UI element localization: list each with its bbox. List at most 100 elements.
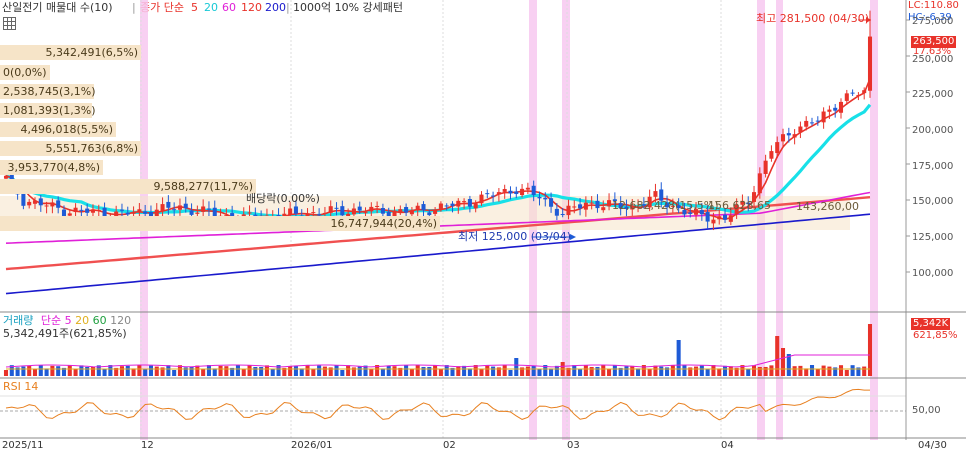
volume-bar — [259, 366, 264, 376]
candle-body — [415, 205, 420, 211]
candle-body — [728, 215, 733, 222]
vp-label-4: 1,081,393(1,3%) — [0, 103, 96, 118]
vp-label-7: 3,953,770(4,8%) — [0, 160, 103, 175]
rsi-line — [5, 388, 870, 421]
volume-bar — [844, 369, 849, 376]
volume-bar — [311, 368, 316, 376]
candle-body — [32, 200, 38, 204]
x-axis-label: 03 — [567, 440, 580, 451]
volume-bar — [612, 365, 617, 376]
candle-body — [856, 95, 861, 97]
candle-body — [595, 200, 600, 209]
volume-bar — [299, 368, 304, 376]
low-price-note: 최저 125,000 (03/04) — [458, 230, 572, 243]
candle-body — [172, 209, 177, 211]
rsi-title[interactable]: RSI 14 — [3, 380, 38, 394]
x-axis-label: 12 — [141, 440, 154, 451]
volume-ma-5[interactable]: 5 — [65, 314, 72, 327]
candle-body — [322, 212, 327, 214]
volume-bar — [838, 365, 844, 376]
volume-bar — [264, 365, 269, 376]
candle-body — [363, 212, 368, 214]
candle-body — [560, 214, 565, 216]
volume-bar — [763, 366, 768, 376]
volume-ma-label[interactable]: 단순 — [41, 314, 61, 327]
volume-bar — [427, 366, 432, 376]
volume-bar — [624, 366, 629, 376]
stock-chart-window: 산일전기 매물대 수(10) | 종가 단순 5 20 60 120 200 |… — [0, 0, 966, 453]
candle-body — [491, 195, 496, 197]
volume-bar — [224, 366, 229, 376]
volume-title[interactable]: 거래량 — [3, 314, 33, 327]
y-tick: 150,000 — [912, 196, 954, 207]
volume-bar — [334, 365, 339, 376]
volume-bar — [172, 369, 177, 376]
candle-body — [583, 202, 588, 210]
candle-body — [786, 133, 791, 136]
candle-body — [717, 216, 722, 220]
candle-body — [711, 219, 716, 224]
volume-bar — [670, 365, 675, 376]
candle-body — [438, 203, 443, 209]
candle-body — [479, 194, 484, 204]
candle-body — [549, 198, 554, 207]
volume-bar — [751, 365, 757, 376]
candle-body — [96, 210, 101, 212]
volume-bar — [821, 365, 826, 376]
candle-body — [496, 192, 501, 195]
volume-bar — [212, 368, 217, 376]
candle-body — [409, 210, 414, 215]
volume-bar — [44, 368, 49, 376]
volume-bar — [235, 365, 240, 376]
candle-body — [572, 206, 577, 208]
candle-body — [166, 201, 171, 208]
volume-bar — [50, 365, 55, 376]
candle-body — [723, 214, 728, 220]
candle-body — [462, 201, 467, 203]
volume-bar — [79, 365, 84, 376]
volume-bar — [850, 365, 855, 376]
candle-body — [520, 188, 525, 196]
volume-bar — [531, 365, 536, 376]
volume-bar — [746, 369, 751, 376]
y-tick: 275,000 — [912, 16, 954, 27]
vp-label-5: 4,496,018(5,5%) — [0, 122, 116, 137]
candle-body — [38, 198, 43, 206]
candle-body — [531, 185, 536, 196]
volume-bar — [322, 366, 327, 376]
volume-bar — [131, 368, 136, 376]
candle-body — [201, 206, 206, 212]
volume-ma-120[interactable]: 120 — [110, 314, 131, 327]
x-axis-label: 2025/11 — [2, 440, 44, 451]
volume-bar — [549, 368, 554, 376]
volume-bar — [653, 365, 658, 376]
volume-bar — [137, 365, 142, 376]
volume-value-text: 5,342,491주(621,85%) — [3, 327, 127, 340]
y-tick: 175,000 — [912, 161, 954, 172]
volume-bar — [659, 366, 664, 376]
candle-body — [844, 93, 849, 101]
candle-body — [131, 212, 136, 214]
candle-body — [73, 207, 78, 213]
x-axis-label: 04 — [721, 440, 734, 451]
volume-ma-20[interactable]: 20 — [75, 314, 89, 327]
volume-bar — [578, 369, 583, 376]
volume-bar — [798, 365, 803, 376]
vp-label-6: 5,551,763(6,8%) — [0, 141, 141, 156]
candle-body — [456, 200, 461, 207]
vp-label-3: 2,538,745(3,1%) — [0, 84, 96, 99]
volume-bar — [479, 368, 484, 376]
volume-bar — [728, 366, 733, 376]
volume-bar — [723, 365, 728, 376]
candle-body — [375, 205, 380, 207]
volume-bar — [809, 365, 815, 376]
candle-body — [554, 208, 559, 216]
candle-body — [119, 209, 125, 211]
volume-bar — [288, 366, 293, 376]
x-axis-right-label: 04/30 — [918, 440, 947, 451]
candle-body — [815, 120, 820, 122]
candle-body — [177, 205, 182, 210]
volume-ma-60[interactable]: 60 — [93, 314, 107, 327]
volume-bar — [757, 366, 762, 376]
candle-body — [821, 111, 826, 123]
